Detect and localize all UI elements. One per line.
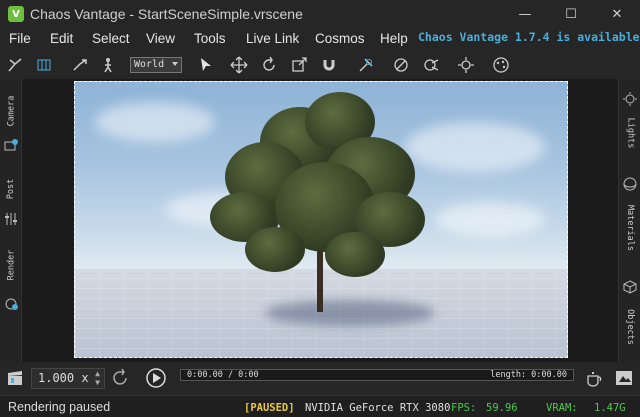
close-button[interactable]: ✕: [594, 0, 640, 28]
tab-lights[interactable]: Lights: [619, 111, 640, 155]
tree-shadow: [265, 300, 435, 326]
tab-camera[interactable]: Camera: [0, 91, 22, 131]
playback-speed-value: 1.000 x: [38, 371, 89, 385]
scene-icon[interactable]: [33, 55, 55, 75]
menu-edit[interactable]: Edit: [50, 31, 73, 46]
menu-help[interactable]: Help: [380, 31, 408, 46]
coordinate-space-dropdown[interactable]: World: [130, 57, 182, 73]
focus-target-icon[interactable]: [455, 55, 477, 75]
window-title: Chaos Vantage - StartSceneSimple.vrscene: [30, 6, 303, 22]
snap-magnet-icon[interactable]: [318, 55, 340, 75]
rotate-tool-icon[interactable]: [258, 55, 280, 75]
sky-cloud: [405, 122, 545, 172]
objects-icon[interactable]: [619, 277, 640, 297]
materials-icon[interactable]: [619, 174, 640, 194]
menu-view[interactable]: View: [146, 31, 175, 46]
play-button[interactable]: [145, 367, 167, 393]
fps-value: 59.96: [486, 402, 518, 414]
post-sliders-icon[interactable]: [0, 209, 22, 229]
menu-select[interactable]: Select: [92, 31, 130, 46]
vram-label: VRAM:: [546, 402, 578, 414]
tab-objects[interactable]: Objects: [619, 301, 640, 353]
render-viewport[interactable]: [74, 81, 568, 358]
teapot-icon[interactable]: [584, 368, 604, 392]
tab-lights-label: Lights: [625, 117, 635, 149]
menu-file[interactable]: File: [9, 31, 31, 46]
draw-tool-icon[interactable]: [390, 55, 412, 75]
menu-tools[interactable]: Tools: [194, 31, 226, 46]
camera-settings-icon[interactable]: [0, 135, 22, 155]
tab-camera-label: Camera: [6, 95, 16, 127]
menu-cosmos[interactable]: Cosmos: [315, 31, 365, 46]
status-message: Rendering paused: [8, 400, 111, 414]
tab-post-label: Post: [5, 178, 16, 200]
tab-objects-label: Objects: [625, 309, 636, 345]
vram-value: 1.47G: [594, 402, 626, 414]
select-tool-icon[interactable]: [195, 55, 217, 75]
maximize-button[interactable]: ☐: [548, 0, 594, 28]
toolbar: [0, 51, 640, 79]
tab-materials[interactable]: Materials: [619, 197, 640, 259]
vantage-logo-icon: V: [8, 6, 24, 22]
lights-icon[interactable]: [619, 89, 640, 109]
move-tool-icon[interactable]: [228, 55, 250, 75]
gpu-name: NVIDIA GeForce RTX 3080: [305, 402, 451, 414]
render-output-icon[interactable]: [614, 368, 634, 392]
tab-post[interactable]: Post: [0, 174, 22, 204]
clapperboard-icon[interactable]: [6, 369, 24, 391]
reset-icon[interactable]: [111, 368, 131, 392]
left-side-panel: Camera Post Render: [0, 79, 22, 362]
paused-badge: [PAUSED]: [244, 402, 295, 414]
window-controls: — ☐ ✕: [502, 0, 640, 28]
timeline-slider[interactable]: 0:00.00 / 0:00 length: 0:00.00: [180, 369, 574, 381]
timeline-time: 0:00.00 / 0:00: [187, 370, 259, 380]
right-side-panel: Lights Materials Objects: [618, 79, 640, 362]
tab-render[interactable]: Render: [0, 247, 22, 283]
scale-tool-icon[interactable]: [288, 55, 310, 75]
brush-tool-icon[interactable]: [420, 55, 442, 75]
fly-mode-icon[interactable]: [69, 55, 91, 75]
update-available-notice[interactable]: Chaos Vantage 1.7.4 is available: [418, 30, 640, 44]
sky-cloud: [95, 102, 215, 142]
menu-live-link[interactable]: Live Link: [246, 31, 299, 46]
timeline-length: length: 0:00.00: [490, 370, 567, 380]
render-settings-icon[interactable]: [0, 294, 22, 314]
tab-render-label: Render: [6, 249, 16, 281]
navigation-icon[interactable]: [4, 55, 26, 75]
stepper-arrows-icon[interactable]: ▲ ▼: [95, 369, 100, 387]
title-bar: V Chaos Vantage - StartSceneSimple.vrsce…: [0, 0, 640, 28]
playback-speed-field[interactable]: 1.000 x ▲ ▼: [31, 368, 105, 389]
tab-materials-label: Materials: [625, 204, 635, 252]
coordinate-space-value: World: [134, 59, 165, 70]
sky-cloud: [435, 202, 545, 237]
material-palette-icon[interactable]: [490, 55, 512, 75]
pivot-tool-icon[interactable]: [355, 55, 377, 75]
minimize-button[interactable]: —: [502, 0, 548, 28]
chevron-down-icon: [172, 62, 178, 66]
walk-mode-icon[interactable]: [97, 55, 119, 75]
fps-label: FPS:: [451, 402, 477, 414]
